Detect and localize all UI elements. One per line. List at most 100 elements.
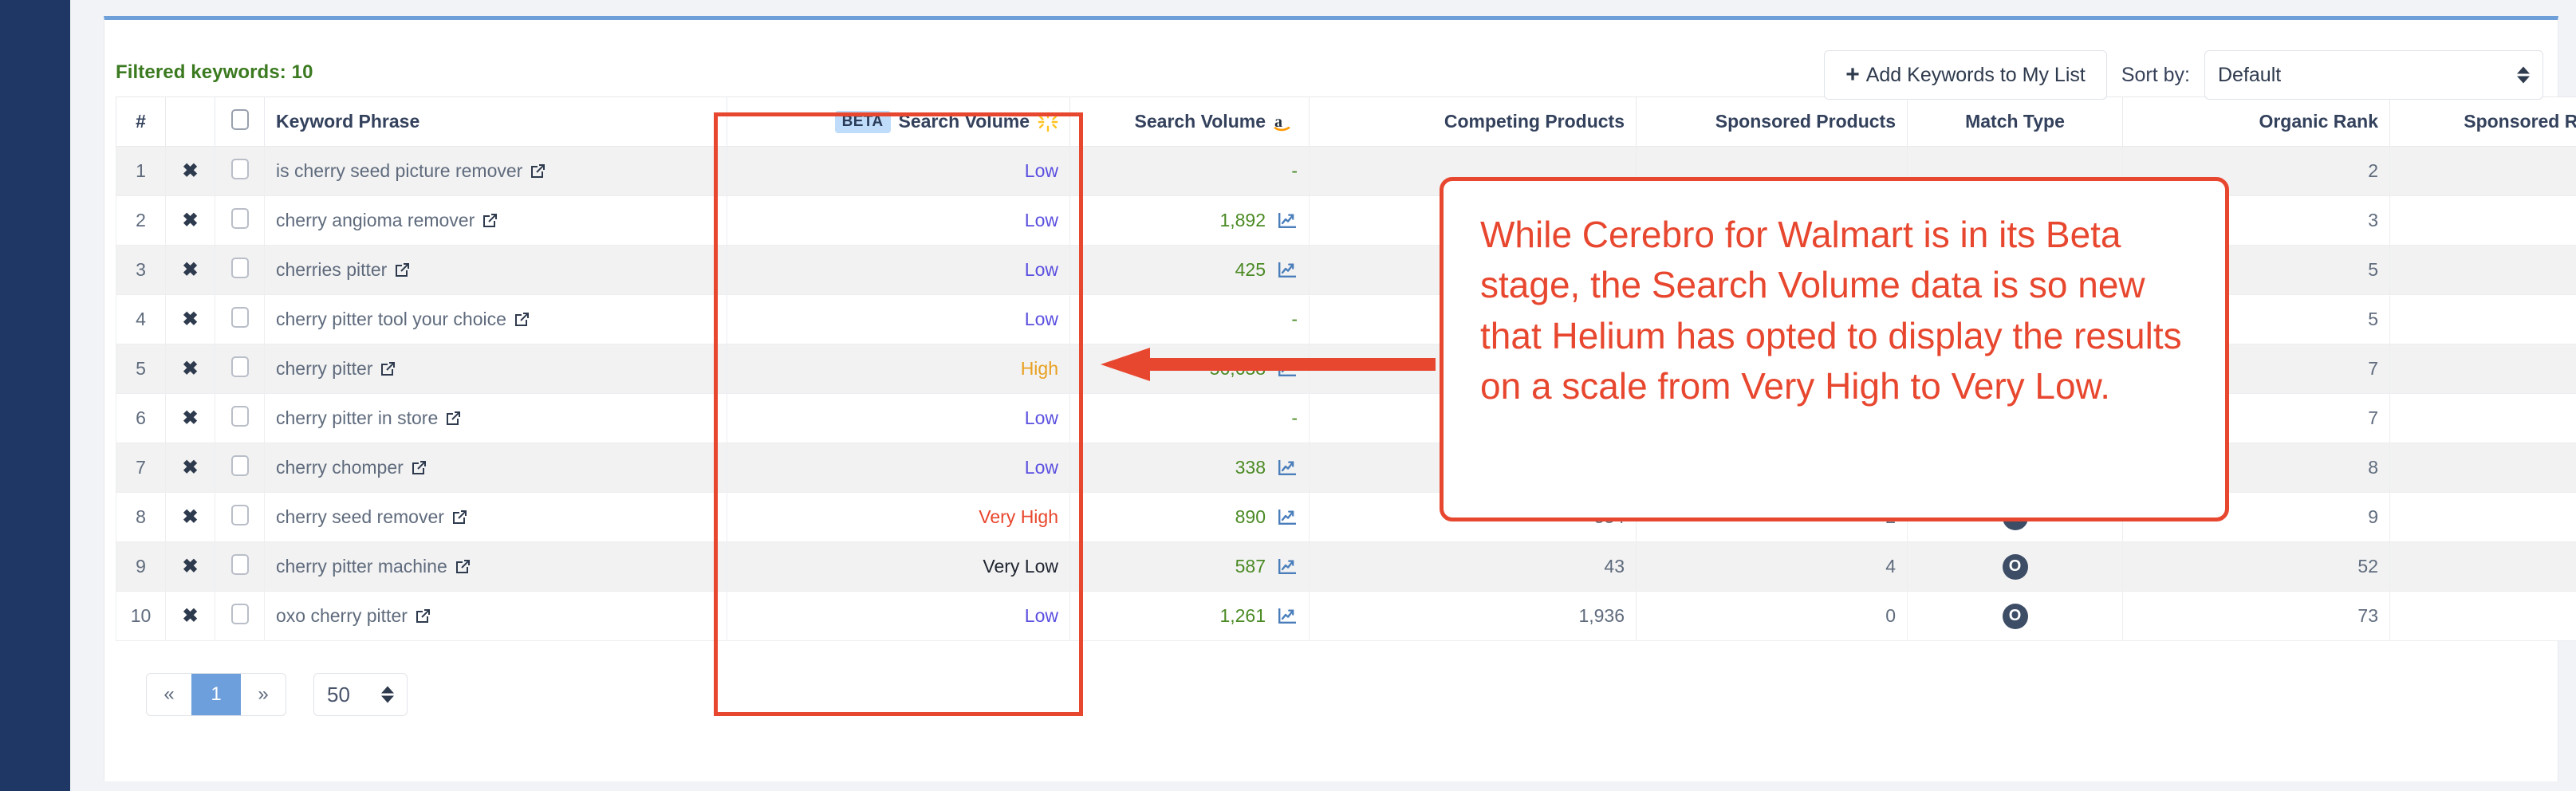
sort-by-select[interactable]: Default bbox=[2204, 50, 2543, 100]
remove-row-button-cell[interactable]: ✖ bbox=[166, 394, 215, 443]
external-link-icon[interactable] bbox=[451, 509, 468, 526]
close-icon[interactable]: ✖ bbox=[182, 358, 198, 380]
row-index: 6 bbox=[116, 394, 166, 443]
row-checkbox[interactable] bbox=[231, 258, 249, 278]
row-select-cell[interactable] bbox=[215, 443, 265, 493]
remove-row-button-cell[interactable]: ✖ bbox=[166, 542, 215, 592]
row-select-cell[interactable] bbox=[215, 196, 265, 246]
col-header-index[interactable]: # bbox=[116, 97, 166, 147]
app-sidebar bbox=[0, 0, 70, 791]
sponsored-rank-cell: - bbox=[2390, 196, 2576, 246]
remove-row-button-cell[interactable]: ✖ bbox=[166, 196, 215, 246]
match-type-cell: O bbox=[1908, 542, 2123, 592]
col-header-competing-products[interactable]: Competing Products bbox=[1310, 97, 1637, 147]
plus-icon: + bbox=[1845, 63, 1860, 87]
pagination-prev-button[interactable]: « bbox=[147, 673, 191, 716]
table-row: 10✖oxo cherry pitterLow1,2611,9360O73- bbox=[116, 592, 2576, 641]
close-icon[interactable]: ✖ bbox=[182, 210, 198, 231]
external-link-icon[interactable] bbox=[454, 558, 471, 576]
remove-row-button-cell[interactable]: ✖ bbox=[166, 493, 215, 542]
keyword-phrase-text: cherry seed remover bbox=[276, 506, 444, 528]
external-link-icon[interactable] bbox=[481, 212, 498, 230]
external-link-icon[interactable] bbox=[379, 360, 396, 378]
row-checkbox[interactable] bbox=[231, 505, 249, 525]
col-header-sponsored-rank[interactable]: Sponsored Rank bbox=[2390, 97, 2576, 147]
search-volume-amazon-value: - bbox=[1291, 407, 1298, 429]
trend-chart-icon[interactable] bbox=[1277, 508, 1298, 527]
remove-row-button-cell[interactable]: ✖ bbox=[166, 295, 215, 344]
keyword-phrase-cell: cherry chomper bbox=[265, 443, 727, 493]
external-link-icon[interactable] bbox=[393, 262, 411, 279]
col-header-keyword-phrase[interactable]: Keyword Phrase bbox=[265, 97, 727, 147]
remove-row-button-cell[interactable]: ✖ bbox=[166, 592, 215, 641]
external-link-icon[interactable] bbox=[529, 163, 546, 180]
row-checkbox[interactable] bbox=[231, 208, 249, 229]
annotation-callout-text: While Cerebro for Walmart is in its Beta… bbox=[1480, 210, 2188, 412]
select-all-checkbox[interactable] bbox=[231, 109, 249, 130]
row-checkbox[interactable] bbox=[231, 307, 249, 328]
walmart-spark-icon bbox=[1038, 112, 1058, 132]
col-header-search-volume-walmart[interactable]: BETA Search Volume bbox=[727, 97, 1070, 147]
filtered-keywords-count: Filtered keywords: 10 bbox=[116, 61, 313, 84]
external-link-icon[interactable] bbox=[444, 410, 462, 427]
row-select-cell[interactable] bbox=[215, 344, 265, 394]
row-select-cell[interactable] bbox=[215, 394, 265, 443]
trend-chart-icon[interactable] bbox=[1277, 607, 1298, 626]
remove-row-button-cell[interactable]: ✖ bbox=[166, 443, 215, 493]
keyword-phrase-text: cherry chomper bbox=[276, 457, 404, 478]
pagination-page-1-button[interactable]: 1 bbox=[191, 673, 241, 716]
competing-products-cell: 1,936 bbox=[1310, 592, 1637, 641]
search-volume-walmart-cell: Low bbox=[727, 394, 1070, 443]
col-header-sponsored-products[interactable]: Sponsored Products bbox=[1637, 97, 1908, 147]
close-icon[interactable]: ✖ bbox=[182, 407, 198, 429]
search-volume-amazon-value: 338 bbox=[1235, 457, 1266, 478]
row-select-cell[interactable] bbox=[215, 493, 265, 542]
close-icon[interactable]: ✖ bbox=[182, 556, 198, 577]
row-checkbox[interactable] bbox=[231, 604, 249, 624]
trend-chart-icon[interactable] bbox=[1277, 261, 1298, 280]
row-select-cell[interactable] bbox=[215, 542, 265, 592]
remove-row-button-cell[interactable]: ✖ bbox=[166, 344, 215, 394]
rows-per-page-select[interactable]: 50 bbox=[313, 673, 408, 716]
close-icon[interactable]: ✖ bbox=[182, 259, 198, 281]
external-link-icon[interactable] bbox=[414, 608, 431, 625]
close-icon[interactable]: ✖ bbox=[182, 160, 198, 182]
add-keywords-to-my-list-button[interactable]: + Add Keywords to My List bbox=[1824, 50, 2107, 100]
row-select-cell[interactable] bbox=[215, 295, 265, 344]
remove-row-button-cell[interactable]: ✖ bbox=[166, 246, 215, 295]
search-volume-walmart-cell: Very Low bbox=[727, 542, 1070, 592]
col-header-search-volume-amazon-label: Search Volume bbox=[1135, 111, 1266, 132]
sponsored-products-cell: 0 bbox=[1637, 592, 1908, 641]
match-type-cell: O bbox=[1908, 592, 2123, 641]
table-header-row: # Keyword Phrase BETA Search Volume bbox=[116, 97, 2576, 147]
external-link-icon[interactable] bbox=[410, 459, 427, 477]
col-header-match-type[interactable]: Match Type bbox=[1908, 97, 2123, 147]
row-select-cell[interactable] bbox=[215, 147, 265, 196]
pagination-next-button[interactable]: » bbox=[241, 673, 286, 716]
trend-chart-icon[interactable] bbox=[1277, 211, 1298, 230]
row-checkbox[interactable] bbox=[231, 159, 249, 179]
row-index: 1 bbox=[116, 147, 166, 196]
close-icon[interactable]: ✖ bbox=[182, 506, 198, 528]
row-checkbox[interactable] bbox=[231, 455, 249, 476]
close-icon[interactable]: ✖ bbox=[182, 457, 198, 478]
close-icon[interactable]: ✖ bbox=[182, 605, 198, 627]
remove-row-button-cell[interactable]: ✖ bbox=[166, 147, 215, 196]
close-icon[interactable]: ✖ bbox=[182, 309, 198, 330]
row-checkbox[interactable] bbox=[231, 554, 249, 575]
row-checkbox[interactable] bbox=[231, 356, 249, 377]
external-link-icon[interactable] bbox=[513, 311, 530, 329]
chevron-updown-icon bbox=[2517, 67, 2530, 84]
keyword-phrase-text: cherries pitter bbox=[276, 259, 387, 281]
col-header-organic-rank[interactable]: Organic Rank bbox=[2123, 97, 2390, 147]
row-checkbox[interactable] bbox=[231, 406, 249, 427]
col-header-search-volume-amazon[interactable]: Search Volume a bbox=[1070, 97, 1310, 147]
col-header-select-all[interactable] bbox=[215, 97, 265, 147]
trend-chart-icon[interactable] bbox=[1277, 557, 1298, 577]
row-select-cell[interactable] bbox=[215, 592, 265, 641]
keyword-phrase-cell: cherry angioma remover bbox=[265, 196, 727, 246]
sort-by-label: Sort by: bbox=[2121, 64, 2190, 87]
trend-chart-icon[interactable] bbox=[1277, 458, 1298, 478]
row-select-cell[interactable] bbox=[215, 246, 265, 295]
sort-by-value: Default bbox=[2205, 64, 2281, 87]
